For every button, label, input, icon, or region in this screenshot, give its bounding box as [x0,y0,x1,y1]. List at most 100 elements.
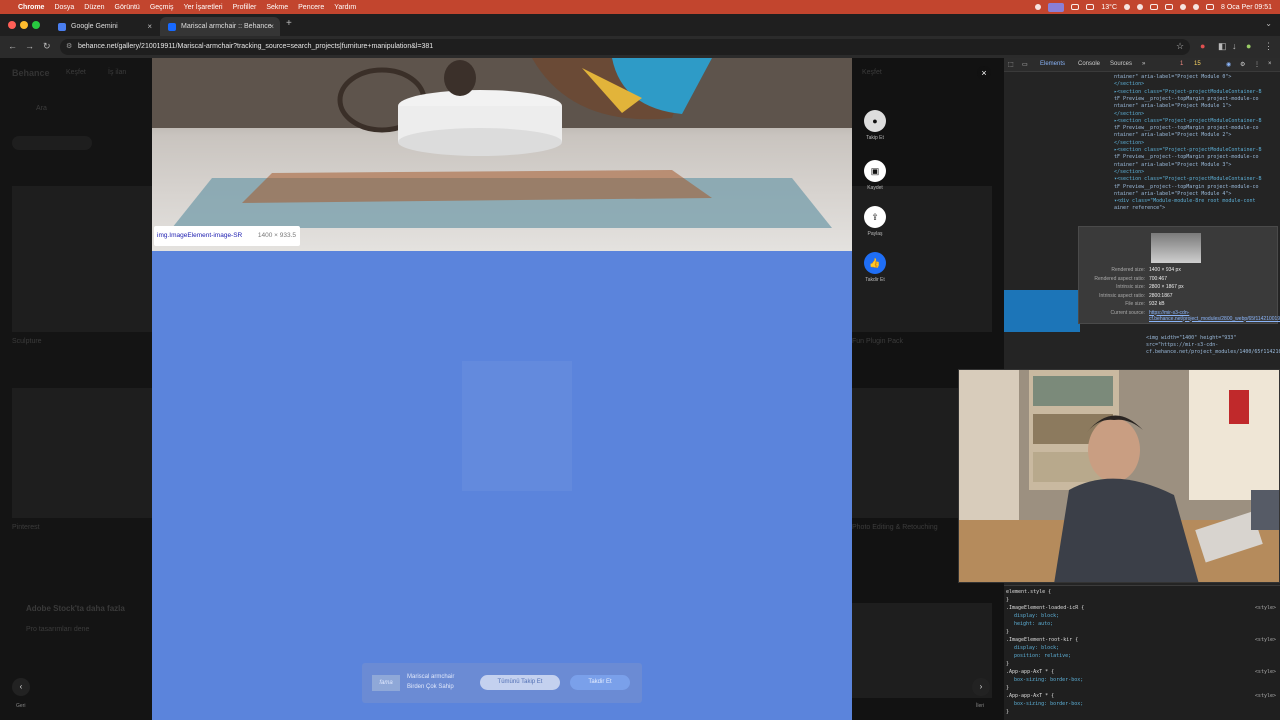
follow-all-button[interactable]: Tümünü Takip Et [480,675,560,690]
owner-avatar[interactable]: ● [864,110,886,132]
share-icon[interactable]: ⇪ [864,206,886,228]
bluetooth-icon[interactable] [1124,4,1131,10]
error-count[interactable]: 1 [1180,61,1183,67]
owners-dropdown[interactable]: Birden Çok Sahip [407,684,454,690]
css-declaration[interactable]: display: block; [1014,613,1059,619]
menu-tab[interactable]: Sekme [266,4,288,11]
menu-file[interactable]: Dosya [54,4,74,11]
css-declaration[interactable]: display: block; [1014,645,1059,651]
menu-bookmarks[interactable]: Yer İşaretleri [184,4,223,11]
css-selector[interactable]: .ImageElement-root-kir { [1006,637,1078,643]
dom-line[interactable]: ▾<div class="Module-module-8re root modu… [1114,198,1255,204]
url-field[interactable]: ⚙ behance.net/gallery/210019911/Mariscal… [60,39,1190,55]
display-icon[interactable] [1086,4,1095,10]
inspected-image-highlight[interactable] [152,251,852,720]
css-selector[interactable]: } [1006,597,1009,603]
project-image[interactable] [152,58,852,251]
clock[interactable]: 8 Oca Per 09:51 [1221,4,1272,11]
forward-icon[interactable]: → [25,41,34,51]
css-selector[interactable]: .ImageElement-loaded-icR { [1006,605,1084,611]
css-declaration[interactable]: height: auto; [1014,621,1053,627]
tab-search-icon[interactable]: ⌄ [1265,19,1272,28]
download-icon[interactable]: ↓ [1232,41,1237,51]
dom-line[interactable]: ainer reference"> [1114,205,1165,211]
reload-icon[interactable]: ↻ [43,41,51,52]
appreciate-button[interactable]: Takdir Et [570,675,630,690]
css-source-link[interactable]: <style> [1255,637,1276,643]
tab-google-gemini[interactable]: Google Gemini × [50,17,158,36]
menu-view[interactable]: Görüntü [115,4,140,11]
save-icon[interactable]: ▣ [864,160,886,182]
css-selector[interactable]: } [1006,709,1009,715]
tab-sources[interactable]: Sources [1110,61,1132,67]
dom-line[interactable]: tF Preview__project--topMargin project-m… [1114,154,1259,160]
extensions-icon[interactable]: ◧ [1218,41,1227,52]
dom-line[interactable]: ntainer" aria-label="Project Module 3"> [1114,162,1231,168]
chrome-menu-icon[interactable]: ⋮ [1264,41,1273,52]
extension-icon[interactable]: ● [1200,41,1205,51]
devtools-menu-icon[interactable]: ⋮ [1254,61,1260,68]
dom-line[interactable]: tF Preview__project--topMargin project-m… [1114,125,1259,131]
css-selector[interactable]: .App-app-AxT * { [1006,669,1054,675]
keyboard-icon[interactable] [1165,4,1174,10]
dom-line[interactable]: ntainer" aria-label="Project Module 0"> [1114,74,1231,80]
dom-line[interactable]: ▸<section class="Project-projectModuleCo… [1114,147,1262,153]
search-icon[interactable] [1193,4,1200,10]
next-project-button[interactable]: › [972,678,990,696]
new-tab-icon[interactable]: + [286,18,292,29]
like-icon[interactable]: 👍 [864,252,886,274]
control-center-icon[interactable] [1206,4,1215,10]
close-modal-button[interactable]: × [977,66,991,80]
follow-action[interactable]: ● Takip Et [864,110,886,141]
dom-line[interactable]: tF Preview__project--topMargin project-m… [1114,184,1259,190]
css-selector[interactable]: element.style { [1006,589,1051,595]
settings-icon[interactable]: ⚙ [1240,61,1245,68]
prev-project-button[interactable]: ‹ [12,678,30,696]
css-source-link[interactable]: <style> [1255,693,1276,699]
bookmark-star-icon[interactable]: ☆ [1176,41,1184,52]
issues-icon[interactable]: ◉ [1226,61,1231,68]
dom-line[interactable]: </section> [1114,81,1144,87]
menu-edit[interactable]: Düzen [84,4,104,11]
back-icon[interactable]: ← [8,41,17,51]
wifi-icon[interactable] [1180,4,1187,10]
more-tabs-icon[interactable]: » [1142,61,1145,67]
dom-line[interactable]: </section> [1114,140,1144,146]
dom-line[interactable]: ntainer" aria-label="Project Module 2"> [1114,132,1231,138]
img-element-line[interactable]: <img width="1400" height="933" src="http… [1146,335,1280,356]
battery-icon[interactable] [1150,4,1159,10]
tab-console[interactable]: Console [1078,61,1100,67]
device-icon[interactable]: ▭ [1022,61,1028,68]
css-source-link[interactable]: <style> [1255,605,1276,611]
menu-history[interactable]: Geçmiş [150,4,174,11]
dom-line[interactable]: </section> [1114,169,1144,175]
css-declaration[interactable]: position: relative; [1014,653,1071,659]
css-source-link[interactable]: <style> [1255,669,1276,675]
close-devtools-icon[interactable]: × [1268,61,1272,67]
css-selector[interactable]: } [1006,685,1009,691]
close-tab-icon[interactable]: × [147,22,152,31]
css-selector[interactable]: } [1006,661,1009,667]
tab-behance[interactable]: Mariscal armchair :: Behance × [160,17,280,36]
css-selector[interactable]: .App-app-AxT * { [1006,693,1054,699]
minimize-window-button[interactable] [20,21,28,29]
dom-line[interactable]: ntainer" aria-label="Project Module 4"> [1114,191,1231,197]
css-declaration[interactable]: box-sizing: border-box; [1014,677,1083,683]
profile-avatar[interactable]: ● [1246,41,1251,51]
save-action[interactable]: ▣ Kaydet [864,160,886,191]
control-icon[interactable] [1071,4,1080,10]
inspect-icon[interactable]: ⬚ [1008,61,1014,68]
dom-line[interactable]: ntainer" aria-label="Project Module 1"> [1114,103,1231,109]
menu-profiles[interactable]: Profiller [233,4,257,11]
current-source-link[interactable]: https://mir-s3-cdn-cf.behance.net/projec… [1149,310,1280,322]
menu-chrome[interactable]: Chrome [18,4,44,11]
status-icon[interactable] [1035,4,1042,10]
dom-line[interactable]: tF Preview__project--topMargin project-m… [1114,96,1259,102]
warning-count[interactable]: 15 [1194,61,1201,67]
share-action[interactable]: ⇪ Paylaş [864,206,886,237]
close-tab-icon[interactable]: × [269,22,274,31]
appreciate-action[interactable]: 👍 Takdir Et [864,252,886,283]
css-declaration[interactable]: box-sizing: border-box; [1014,701,1083,707]
dom-line[interactable]: ▾<section class="Project-projectModuleCo… [1114,176,1262,182]
css-selector[interactable]: } [1006,629,1009,635]
